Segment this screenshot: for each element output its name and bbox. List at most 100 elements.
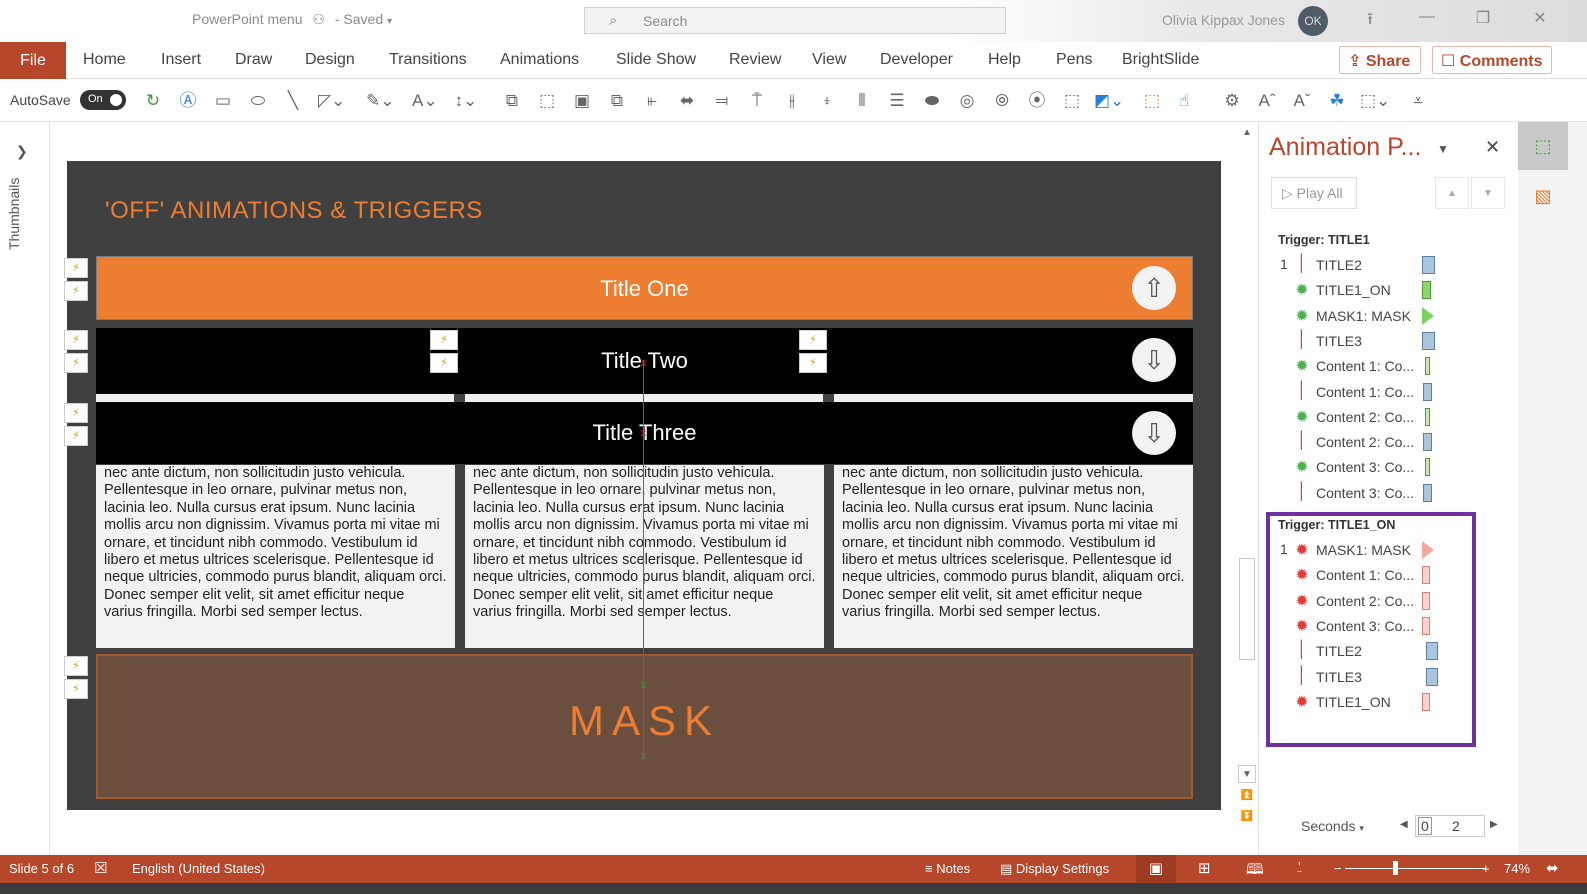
animation-list-item[interactable]: │ Content 1: Co... bbox=[1280, 381, 1460, 403]
comments-button[interactable]: ☐ Comments bbox=[1432, 46, 1552, 74]
animation-list-item[interactable]: ✹ Content 2: Co... bbox=[1280, 406, 1460, 428]
user-name[interactable]: Olivia Kippax Jones bbox=[1162, 12, 1285, 28]
animation-list-item[interactable]: ✹ Content 1: Co... bbox=[1280, 355, 1460, 377]
lightning-trigger-icon[interactable]: ⚡ bbox=[64, 281, 88, 301]
bring-forward-icon[interactable]: ⧉ bbox=[500, 90, 524, 112]
slide-title[interactable]: 'OFF' ANIMATIONS & TRIGGERS bbox=[105, 197, 483, 225]
group-icon[interactable]: ⬚ bbox=[535, 90, 559, 112]
content-column-1[interactable]: nec ante dictum, non sollicitudin justo … bbox=[96, 465, 455, 648]
timeline-left-arrow[interactable]: ◀ bbox=[1400, 819, 1408, 830]
search-input[interactable]: ⌕ Search bbox=[584, 7, 1006, 34]
title-one-band[interactable]: Title One bbox=[96, 256, 1193, 320]
lightning-trigger-icon[interactable]: ⚡ bbox=[799, 353, 827, 373]
avatar[interactable]: OK bbox=[1298, 6, 1328, 36]
timeline-right-arrow[interactable]: ▶ bbox=[1490, 819, 1498, 830]
minimize-button[interactable]: — bbox=[1412, 8, 1442, 26]
vertical-scrollbar[interactable] bbox=[1237, 122, 1257, 855]
timing-bar[interactable] bbox=[1422, 306, 1434, 325]
text-box-icon[interactable]: Ⓐ bbox=[176, 90, 200, 112]
normal-view-icon[interactable]: ▣ bbox=[1136, 855, 1176, 883]
size-icon[interactable]: ↕⌄ bbox=[454, 90, 478, 112]
shape-outline-icon[interactable]: ✎⌄ bbox=[366, 90, 395, 112]
animation-list-item[interactable]: │ Content 3: Co... bbox=[1280, 482, 1460, 504]
oval-icon[interactable]: ⬭ bbox=[246, 90, 270, 112]
move-up-button[interactable]: ▲ bbox=[1435, 177, 1469, 209]
lightning-trigger-icon[interactable]: ⚡ bbox=[64, 258, 88, 278]
animation-list-item[interactable]: ✹ MASK1: MASK bbox=[1280, 305, 1460, 327]
tab-developer[interactable]: Developer bbox=[880, 51, 953, 69]
lightning-trigger-icon[interactable]: ⚡ bbox=[64, 403, 88, 423]
arrow-down-icon[interactable]: ⇩ bbox=[1132, 411, 1176, 455]
lightning-trigger-icon[interactable]: ⚡ bbox=[799, 330, 827, 350]
tab-design[interactable]: Design bbox=[305, 51, 355, 69]
align-bottom-icon[interactable]: ⍖ bbox=[815, 90, 839, 112]
zoom-slider[interactable] bbox=[1345, 868, 1485, 869]
touch-mode-icon[interactable]: ☝⌄ bbox=[1172, 90, 1196, 132]
zoom-level[interactable]: 74% bbox=[1504, 861, 1530, 876]
edit-points-dropdown-icon[interactable]: ⬚⌄ bbox=[1360, 90, 1390, 112]
saved-status[interactable]: - Saved bbox=[335, 11, 383, 27]
scrollbar-thumb[interactable] bbox=[1239, 558, 1255, 660]
scroll-up-button[interactable]: ▲ bbox=[1238, 124, 1256, 142]
autosave-toggle[interactable]: On bbox=[80, 90, 126, 110]
merge-union-icon[interactable]: ⬬ bbox=[920, 90, 944, 112]
font-color-icon[interactable]: A⌄ bbox=[412, 90, 438, 112]
chevron-right-icon[interactable]: ❯ bbox=[16, 143, 28, 160]
change-shape-icon[interactable]: ◩⌄ bbox=[1094, 90, 1124, 112]
reading-view-icon[interactable]: 🕮 bbox=[1246, 859, 1264, 884]
lightning-trigger-icon[interactable]: ⚡ bbox=[64, 679, 88, 699]
tab-view[interactable]: View bbox=[812, 51, 846, 69]
thumbnails-label[interactable]: Thumbnails bbox=[6, 170, 22, 250]
timing-bar[interactable] bbox=[1422, 281, 1431, 300]
timing-bar[interactable] bbox=[1423, 483, 1432, 502]
timing-bar[interactable] bbox=[1425, 357, 1430, 376]
slide-sorter-icon[interactable]: ⊞ bbox=[1198, 859, 1211, 877]
merge-combine-icon[interactable]: ◎ bbox=[955, 90, 979, 112]
timeline-scale[interactable]: 0 2 bbox=[1415, 815, 1485, 837]
line-icon[interactable]: ╲ bbox=[281, 90, 305, 112]
merge-intersect-icon[interactable]: ⦿ bbox=[1025, 90, 1049, 112]
tab-insert[interactable]: Insert bbox=[161, 51, 201, 69]
tab-review[interactable]: Review bbox=[729, 51, 781, 69]
tab-home[interactable]: Home bbox=[83, 51, 126, 69]
lightning-trigger-icon[interactable]: ⚡ bbox=[430, 330, 458, 350]
align-top-icon[interactable]: ⍑ bbox=[745, 90, 769, 112]
animation-list-item[interactable]: │ Content 2: Co... bbox=[1280, 431, 1460, 453]
lightning-trigger-icon[interactable]: ⚡ bbox=[64, 426, 88, 446]
customize-toolbar-icon[interactable]: ⩡ bbox=[1406, 90, 1430, 112]
slide-counter[interactable]: Slide 5 of 6 bbox=[9, 861, 74, 876]
arrow-up-icon[interactable]: ⇧ bbox=[1132, 266, 1176, 310]
tab-pens[interactable]: Pens bbox=[1056, 51, 1092, 69]
rectangle-icon[interactable]: ▭ bbox=[211, 90, 235, 112]
display-settings-button[interactable]: ▤ Display Settings bbox=[1000, 861, 1109, 877]
close-window-button[interactable]: ✕ bbox=[1525, 8, 1555, 28]
timing-bar[interactable] bbox=[1422, 331, 1435, 350]
edit-points-icon[interactable]: ⬚ bbox=[1060, 90, 1084, 112]
tab-brightslide[interactable]: BrightSlide bbox=[1122, 51, 1199, 69]
arrange-icon[interactable]: ⧉ bbox=[605, 90, 629, 112]
zoom-slider-thumb[interactable] bbox=[1393, 861, 1398, 875]
align-middle-icon[interactable]: ⫲ bbox=[780, 90, 804, 112]
scroll-down-button[interactable]: ▼ bbox=[1238, 765, 1256, 783]
pane-options-dropdown[interactable]: ▼ bbox=[1437, 142, 1449, 156]
animation-pane-toggle-icon[interactable]: ⬚ bbox=[1518, 122, 1568, 170]
selection-pane-icon[interactable]: ⬚ bbox=[1140, 90, 1164, 112]
language-status[interactable]: English (United States) bbox=[132, 861, 265, 876]
seconds-dropdown[interactable]: Seconds ▾ bbox=[1301, 818, 1364, 834]
content-column-3[interactable]: nec ante dictum, non sollicitudin justo … bbox=[834, 465, 1193, 648]
tab-transitions[interactable]: Transitions bbox=[389, 51, 467, 69]
merge-fragment-icon[interactable]: ⦾ bbox=[990, 90, 1014, 112]
tab-slide-show[interactable]: Slide Show bbox=[616, 51, 696, 69]
timing-bar[interactable] bbox=[1423, 382, 1432, 401]
motion-start-marker[interactable]: ⧖ bbox=[639, 752, 648, 761]
send-backward-icon[interactable]: ▣ bbox=[570, 90, 594, 112]
align-center-icon[interactable]: ⬌ bbox=[675, 90, 699, 112]
close-pane-button[interactable]: ✕ bbox=[1485, 137, 1500, 158]
decrease-font-icon[interactable]: Aˇ bbox=[1290, 90, 1314, 112]
lightning-trigger-icon[interactable]: ⚡ bbox=[64, 353, 88, 373]
motion-end-marker[interactable]: ⧖ bbox=[639, 359, 648, 368]
align-right-icon[interactable]: ⫤ bbox=[710, 90, 734, 112]
motion-end-marker[interactable]: ⧖ bbox=[639, 429, 648, 438]
timing-bar[interactable] bbox=[1425, 458, 1430, 477]
play-all-button[interactable]: ▷ Play All bbox=[1271, 177, 1357, 209]
